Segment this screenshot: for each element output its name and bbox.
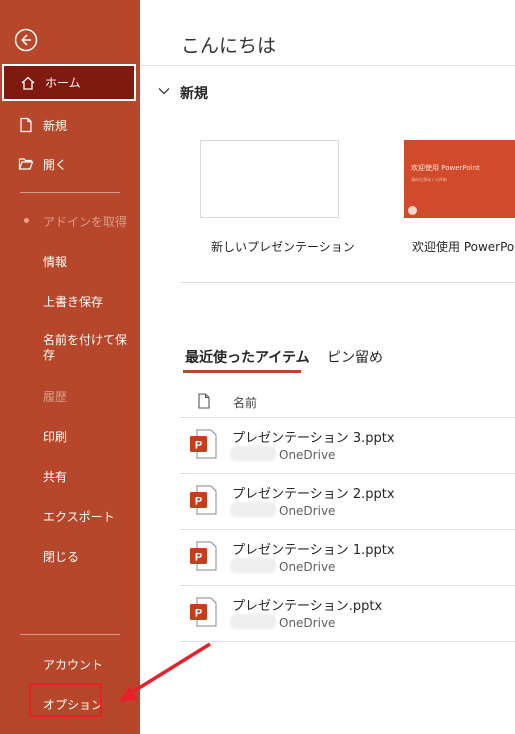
file-location: OneDrive [279,448,336,462]
svg-text:P: P [195,608,202,620]
templates-divider [180,282,515,283]
addin-dot-icon [24,218,29,223]
recent-file-row[interactable]: P プレゼンテーション 3.pptx OneDrive [180,418,515,474]
welcome-thumb-title: 欢迎使用 PowerPoint [411,164,480,172]
blank-presentation-label[interactable]: 新しいプレゼンテーション [211,238,355,255]
tab-pinned[interactable]: ピン留め [327,347,383,367]
nav-save[interactable]: 上書き保存 [43,293,103,310]
column-header-name[interactable]: 名前 [233,394,257,411]
page-title: こんにちは [181,35,277,57]
nav-new[interactable]: 新規 [0,106,140,144]
nav-history[interactable]: 履歴 [43,388,67,405]
powerpoint-file-icon: P [190,429,217,459]
chevron-down-icon[interactable] [158,86,170,96]
redacted-path [230,502,276,517]
file-name: プレゼンテーション 3.pptx [232,431,395,446]
blank-presentation-thumbnail[interactable] [200,140,339,218]
nav-print[interactable]: 印刷 [43,428,67,445]
home-icon [21,76,35,90]
new-section-title: 新規 [180,86,208,102]
nav-close[interactable]: 閉じる [43,548,79,565]
nav-export[interactable]: エクスポート [43,508,115,525]
powerpoint-logo-icon [408,206,417,215]
svg-text:P: P [195,496,202,508]
new-document-icon [20,117,32,133]
nav-get-addins[interactable]: アドインを取得 [43,213,127,230]
nav-save-as[interactable]: 名前を付けて保存 [43,333,128,363]
nav-open[interactable]: 開く [0,145,140,183]
annotation-arrow-icon [118,642,211,702]
nav-home-label: ホーム [45,76,81,90]
recent-file-row[interactable]: P プレゼンテーション.pptx OneDrive [180,586,515,642]
file-name: プレゼンテーション 2.pptx [232,487,395,502]
powerpoint-file-icon: P [190,541,217,571]
svg-text:P: P [195,552,202,564]
backstage-sidebar: ホーム 新規 開く アドインを取得 情報 上書き保存 名前を付けて保存 履歴 印… [0,0,140,734]
nav-share[interactable]: 共有 [43,468,67,485]
svg-text:P: P [195,440,202,452]
file-name: プレゼンテーション.pptx [232,599,383,614]
file-location: OneDrive [279,560,336,574]
recent-file-row[interactable]: P プレゼンテーション 2.pptx OneDrive [180,474,515,530]
powerpoint-file-icon: P [190,485,217,515]
redacted-path [230,558,276,573]
title-divider [140,65,515,66]
tab-active-underline [183,370,301,373]
nav-new-label: 新規 [43,118,68,133]
welcome-thumb-subtitle: 请向左滑动 (→)开始 [411,177,447,182]
redacted-path [230,446,276,461]
welcome-template-label[interactable]: 欢迎使用 PowerPo [412,238,514,255]
file-location: OneDrive [279,616,336,630]
powerpoint-file-icon: P [190,597,217,627]
welcome-template-thumbnail[interactable]: 欢迎使用 PowerPoint 请向左滑动 (→)开始 [404,140,515,218]
nav-account[interactable]: アカウント [43,656,103,673]
nav-info[interactable]: 情報 [43,253,67,270]
folder-open-icon [18,158,34,170]
back-arrow-icon[interactable] [14,28,38,52]
nav-open-label: 開く [43,157,68,172]
nav-home[interactable]: ホーム [2,64,136,101]
options-highlight-box [29,683,102,717]
row-divider [180,641,515,642]
tab-recent[interactable]: 最近使ったアイテム [185,347,310,367]
sidebar-divider [20,192,120,193]
recent-file-row[interactable]: P プレゼンテーション 1.pptx OneDrive [180,530,515,586]
redacted-path [230,614,276,629]
file-name: プレゼンテーション 1.pptx [232,543,395,558]
file-location: OneDrive [279,504,336,518]
file-type-column-icon [198,393,210,409]
sidebar-divider [20,634,120,635]
